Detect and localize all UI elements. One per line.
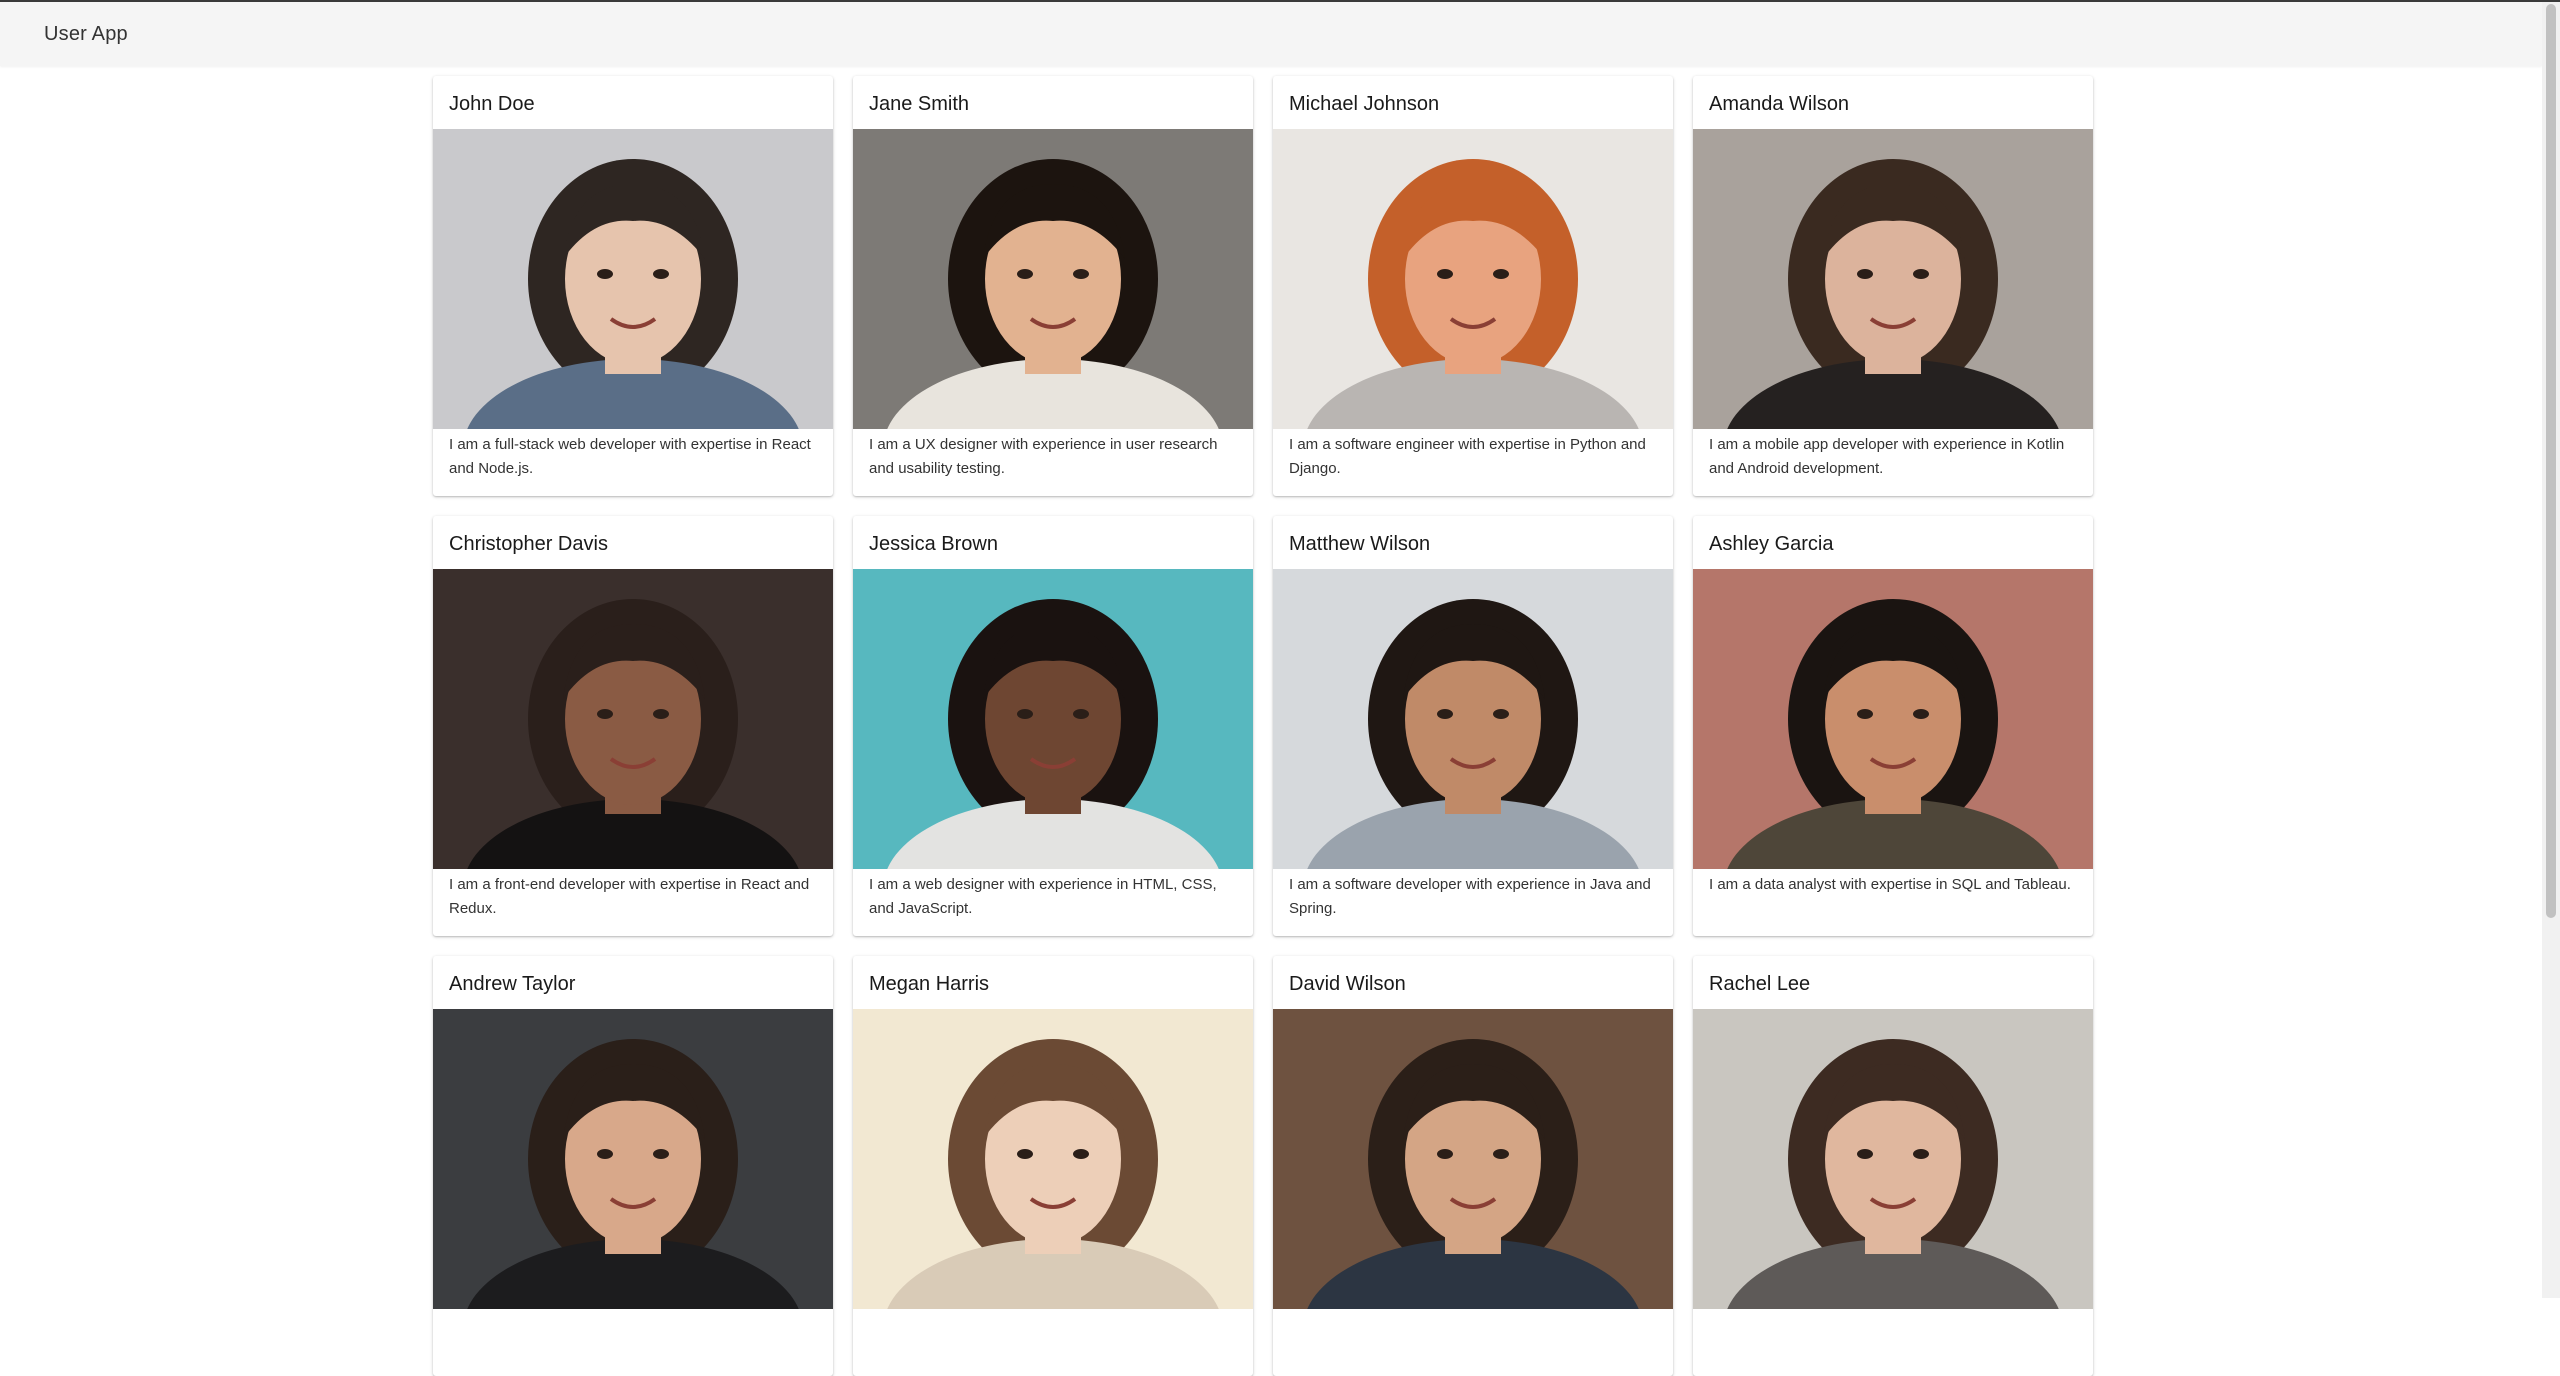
photo-eye: [1913, 269, 1929, 279]
photo-eye: [1017, 709, 1033, 719]
photo-eye: [1437, 709, 1453, 719]
photo-eye: [597, 709, 613, 719]
photo-eye: [1073, 269, 1089, 279]
photo-eye: [1493, 1149, 1509, 1159]
user-card[interactable]: Amanda Wilson I am a mobile app developer…: [1693, 76, 2093, 496]
photo-eye: [1857, 1149, 1873, 1159]
user-name: John Doe: [449, 93, 535, 115]
vertical-scrollbar[interactable]: [2542, 2, 2560, 1298]
user-photo: [433, 569, 833, 869]
user-bio: I am a full-stack web developer with exp…: [449, 436, 811, 477]
photo-eye: [1017, 1149, 1033, 1159]
user-card-grid: John Doe I am a full-stack web developer …: [433, 76, 2094, 1376]
user-bio: I am a software engineer with expertise …: [1289, 436, 1646, 477]
user-bio: I am a mobile app developer with experie…: [1709, 436, 2065, 477]
user-name: Ashley Garcia: [1709, 533, 1834, 555]
user-bio: I am a front-end developer with expertis…: [449, 876, 810, 917]
photo-eye: [653, 1149, 669, 1159]
user-card[interactable]: David Wilson: [1273, 956, 1673, 1376]
photo-eye: [1913, 709, 1929, 719]
user-name: Amanda Wilson: [1709, 93, 1850, 115]
user-card[interactable]: Christopher Davis I am a front-end develo…: [433, 516, 833, 936]
user-card[interactable]: Andrew Taylor: [433, 956, 833, 1376]
photo-eye: [1073, 1149, 1089, 1159]
photo-eye: [1857, 709, 1873, 719]
user-name: Matthew Wilson: [1289, 533, 1431, 555]
photo-eye: [597, 269, 613, 279]
user-card[interactable]: Ashley Garcia I am a data analyst with ex…: [1693, 516, 2093, 936]
user-card[interactable]: Jessica Brown I am a web designer with ex…: [853, 516, 1253, 936]
user-photo: [853, 129, 1253, 429]
user-bio: I am a web designer with experience in H…: [869, 876, 1217, 917]
user-card[interactable]: Matthew Wilson I am a software developer …: [1273, 516, 1673, 936]
photo-eye: [653, 709, 669, 719]
user-photo: [853, 569, 1253, 869]
user-name: Rachel Lee: [1709, 973, 1811, 995]
user-bio: I am a data analyst with expertise in SQ…: [1709, 876, 2071, 893]
photo-eye: [1913, 1149, 1929, 1159]
user-card[interactable]: Michael Johnson I am a software engineer …: [1273, 76, 1673, 496]
app-title: User App: [44, 23, 128, 45]
user-bio: [433, 1309, 833, 1313]
app-bar: User App: [0, 2, 2542, 66]
user-photo: [1273, 1009, 1673, 1309]
user-bio: [853, 1309, 1253, 1313]
user-bio: [1273, 1309, 1673, 1313]
user-bio: I am a UX designer with experience in us…: [869, 436, 1218, 477]
photo-eye: [1437, 269, 1453, 279]
user-name: Megan Harris: [869, 973, 990, 995]
user-bio: I am a software developer with experienc…: [1289, 876, 1651, 917]
user-photo: [1693, 1009, 2093, 1309]
photo-eye: [1017, 269, 1033, 279]
user-card[interactable]: John Doe I am a full-stack web developer …: [433, 76, 833, 496]
photo-eye: [1493, 709, 1509, 719]
user-name: Christopher Davis: [449, 533, 608, 555]
photo-eye: [1073, 709, 1089, 719]
user-card[interactable]: Jane Smith I am a UX designer with experi…: [853, 76, 1253, 496]
photo-eye: [1437, 1149, 1453, 1159]
photo-eye: [1857, 269, 1873, 279]
user-photo: [853, 1009, 1253, 1309]
user-card[interactable]: Rachel Lee: [1693, 956, 2093, 1376]
user-name: Michael Johnson: [1289, 93, 1440, 115]
user-name: Andrew Taylor: [449, 973, 576, 995]
user-name: David Wilson: [1289, 973, 1406, 995]
photo-eye: [597, 1149, 613, 1159]
user-photo: [1693, 129, 2093, 429]
user-photo: [1273, 569, 1673, 869]
user-name: Jane Smith: [869, 93, 970, 115]
photo-eye: [1493, 269, 1509, 279]
user-name: Jessica Brown: [869, 533, 998, 555]
user-bio: [1693, 1309, 2093, 1313]
user-photo: [1693, 569, 2093, 869]
user-photo: [1273, 129, 1673, 429]
user-card[interactable]: Megan Harris: [853, 956, 1253, 1376]
user-photo: [433, 129, 833, 429]
photo-eye: [653, 269, 669, 279]
scrollbar-thumb[interactable]: [2546, 4, 2556, 918]
user-photo: [433, 1009, 833, 1309]
